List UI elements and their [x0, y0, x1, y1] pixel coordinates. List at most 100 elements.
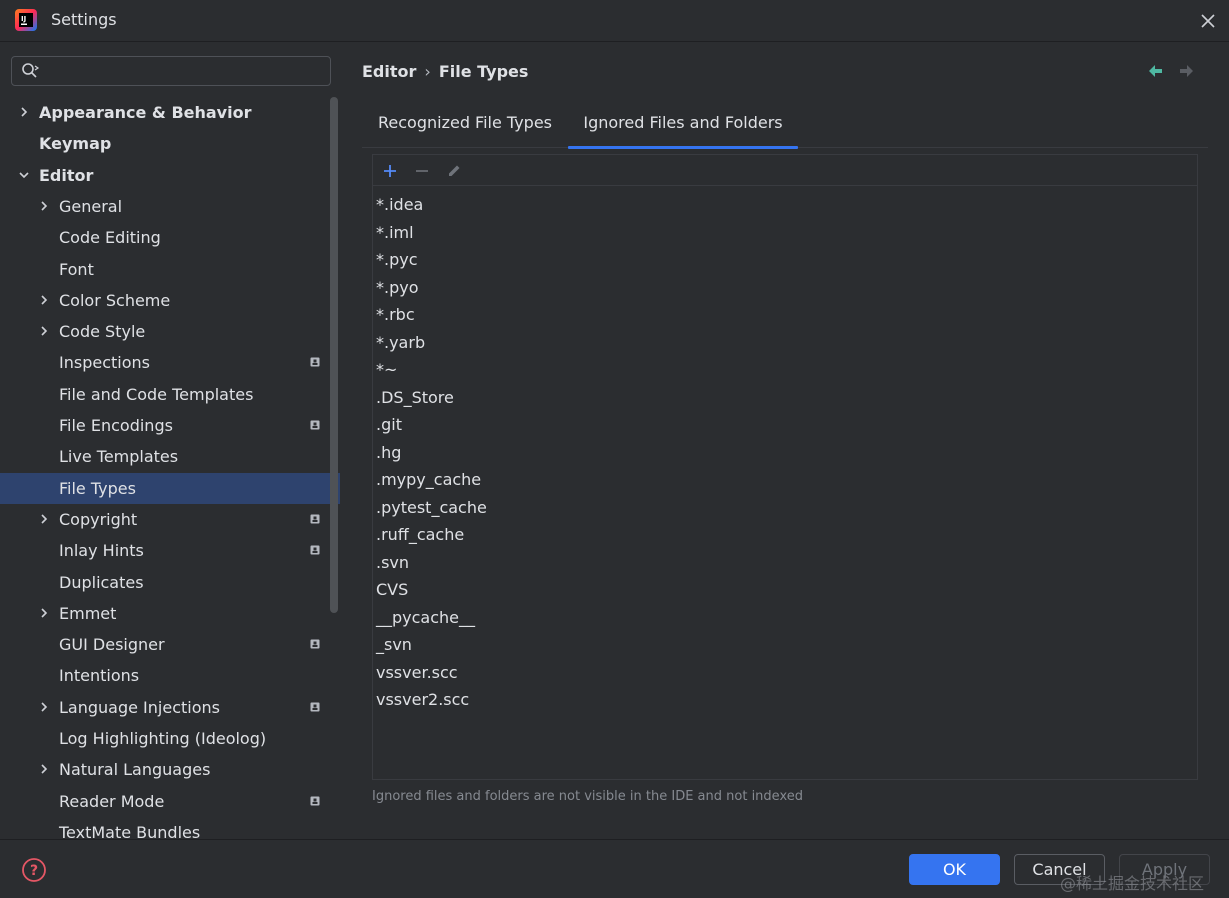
forward-arrow-icon[interactable]	[1178, 63, 1196, 79]
sidebar-item-label: File and Code Templates	[59, 384, 254, 404]
chevron-right-icon[interactable]	[38, 607, 50, 619]
breadcrumb-parent[interactable]: Editor	[362, 62, 416, 81]
sidebar-item-label: Inlay Hints	[59, 541, 144, 561]
sidebar-item-language-injections[interactable]: Language Injections	[0, 692, 340, 723]
list-item[interactable]: .svn	[373, 549, 1197, 577]
sidebar-item-log-highlighting-ideolog[interactable]: Log Highlighting (Ideolog)	[0, 723, 340, 754]
sidebar-item-label: Duplicates	[59, 572, 144, 592]
chevron-right-icon[interactable]	[38, 294, 50, 306]
chevron-right-icon[interactable]	[38, 200, 50, 212]
minus-icon[interactable]	[413, 162, 431, 180]
sidebar-item-code-editing[interactable]: Code Editing	[0, 222, 340, 253]
sidebar-item-file-and-code-templates[interactable]: File and Code Templates	[0, 379, 340, 410]
breadcrumb-separator: ›	[424, 62, 431, 81]
sidebar-item-reader-mode[interactable]: Reader Mode	[0, 786, 340, 817]
sidebar-item-label: Copyright	[59, 509, 138, 529]
list-item[interactable]: *.pyo	[373, 274, 1197, 302]
sidebar-item-intentions[interactable]: Intentions	[0, 660, 340, 691]
sidebar-item-color-scheme[interactable]: Color Scheme	[0, 285, 340, 316]
sidebar-item-label: Appearance & Behavior	[39, 103, 252, 122]
sidebar-item-file-types[interactable]: File Types	[0, 472, 340, 504]
chevron-right-icon[interactable]	[38, 701, 50, 713]
tab-ignored-files-and-folders[interactable]: Ignored Files and Folders	[568, 104, 798, 149]
chevron-right-icon[interactable]	[38, 513, 50, 525]
tree-scrollbar[interactable]	[330, 97, 338, 613]
list-toolbar	[373, 155, 1197, 186]
sidebar-item-label: Color Scheme	[59, 290, 171, 310]
project-scope-icon	[310, 796, 320, 806]
list-item[interactable]: *.idea	[373, 191, 1197, 219]
list-item[interactable]: *.iml	[373, 219, 1197, 247]
settings-tree: Appearance & Behavior Keymap Editor General…	[0, 97, 340, 841]
breadcrumb-current: File Types	[438, 62, 529, 81]
tab-recognized-file-types[interactable]: Recognized File Types	[362, 104, 568, 148]
sidebar-item-general[interactable]: General	[0, 191, 340, 222]
sidebar-item-label: GUI Designer	[59, 635, 165, 655]
sidebar-item-emmet[interactable]: Emmet	[0, 598, 340, 629]
search-input[interactable]	[48, 61, 323, 81]
sidebar-item-copyright[interactable]: Copyright	[0, 504, 340, 535]
list-item[interactable]: .ruff_cache	[373, 521, 1197, 549]
sidebar-item-gui-designer[interactable]: GUI Designer	[0, 629, 340, 660]
sidebar-item-label: Log Highlighting (Ideolog)	[59, 729, 267, 748]
sidebar-item-label: TextMate Bundles	[59, 822, 201, 841]
list-item[interactable]: .mypy_cache	[373, 466, 1197, 494]
project-scope-icon	[310, 420, 320, 430]
ok-button[interactable]: OK	[909, 854, 1000, 885]
help-icon[interactable]: ?	[21, 857, 47, 883]
list-item[interactable]: _svn	[373, 631, 1197, 659]
list-item[interactable]: .hg	[373, 439, 1197, 467]
sidebar-item-label: Editor	[39, 165, 94, 185]
sidebar-item-inspections[interactable]: Inspections	[0, 347, 340, 378]
settings-search[interactable]	[11, 56, 331, 86]
chevron-right-icon[interactable]	[38, 325, 50, 337]
chevron-down-icon[interactable]	[18, 169, 30, 181]
list-item[interactable]: vssver.scc	[373, 659, 1197, 687]
list-item[interactable]: CVS	[373, 576, 1197, 604]
sidebar-item-label: Intentions	[59, 666, 140, 686]
list-item[interactable]: *.yarb	[373, 329, 1197, 357]
list-item[interactable]: .pytest_cache	[373, 494, 1197, 522]
list-item[interactable]: vssver2.scc	[373, 686, 1197, 714]
sidebar-item-font[interactable]: Font	[0, 254, 340, 285]
sidebar-item-label: Live Templates	[59, 447, 179, 467]
sidebar-item-live-templates[interactable]: Live Templates	[0, 441, 340, 472]
list-item[interactable]: __pycache__	[373, 604, 1197, 632]
project-scope-icon	[310, 545, 320, 555]
list-item[interactable]: *.pyc	[373, 246, 1197, 274]
file-types-tabs: Recognized File Types Ignored Files and …	[362, 104, 1208, 149]
title-bar: IJ Settings	[0, 0, 1229, 42]
list-item[interactable]: *.rbc	[373, 301, 1197, 329]
plus-icon[interactable]	[381, 162, 399, 180]
list-item[interactable]: .DS_Store	[373, 384, 1197, 412]
sidebar-item-appearance-behavior[interactable]: Appearance & Behavior	[0, 97, 340, 128]
pencil-icon[interactable]	[445, 162, 463, 180]
watermark: @稀土掘金技术社区	[1060, 874, 1205, 893]
sidebar-item-label: Inspections	[59, 353, 150, 373]
ignored-hint: Ignored files and folders are not visibl…	[372, 789, 803, 804]
chevron-right-icon[interactable]	[18, 106, 30, 118]
sidebar-item-label: General	[59, 196, 123, 216]
sidebar-item-keymap[interactable]: Keymap	[0, 128, 340, 159]
intellij-logo-icon: IJ	[15, 9, 37, 31]
back-arrow-icon[interactable]	[1146, 63, 1164, 79]
sidebar-item-editor[interactable]: Editor	[0, 160, 340, 191]
sidebar-item-code-style[interactable]: Code Style	[0, 316, 340, 347]
sidebar-item-natural-languages[interactable]: Natural Languages	[0, 754, 340, 785]
list-item[interactable]: .git	[373, 411, 1197, 439]
project-scope-icon	[310, 639, 320, 649]
sidebar-item-label: Code Style	[59, 322, 146, 342]
sidebar-item-file-encodings[interactable]: File Encodings	[0, 410, 340, 441]
list-item[interactable]: *~	[373, 356, 1197, 384]
project-scope-icon	[310, 702, 320, 712]
ignored-files-list: *.idea *.iml *.pyc *.pyo *.rbc *.yarb *~ .DS_St…	[372, 154, 1198, 780]
sidebar-item-duplicates[interactable]: Duplicates	[0, 567, 340, 598]
chevron-right-icon[interactable]	[38, 763, 50, 775]
sidebar-item-label: Language Injections	[59, 697, 220, 717]
sidebar-item-label: Natural Languages	[59, 760, 211, 780]
close-icon[interactable]	[1196, 9, 1220, 33]
sidebar-item-label: Keymap	[39, 134, 112, 154]
sidebar-item-textmate-bundles[interactable]: TextMate Bundles	[0, 817, 340, 841]
project-scope-icon	[310, 357, 320, 367]
sidebar-item-inlay-hints[interactable]: Inlay Hints	[0, 535, 340, 566]
